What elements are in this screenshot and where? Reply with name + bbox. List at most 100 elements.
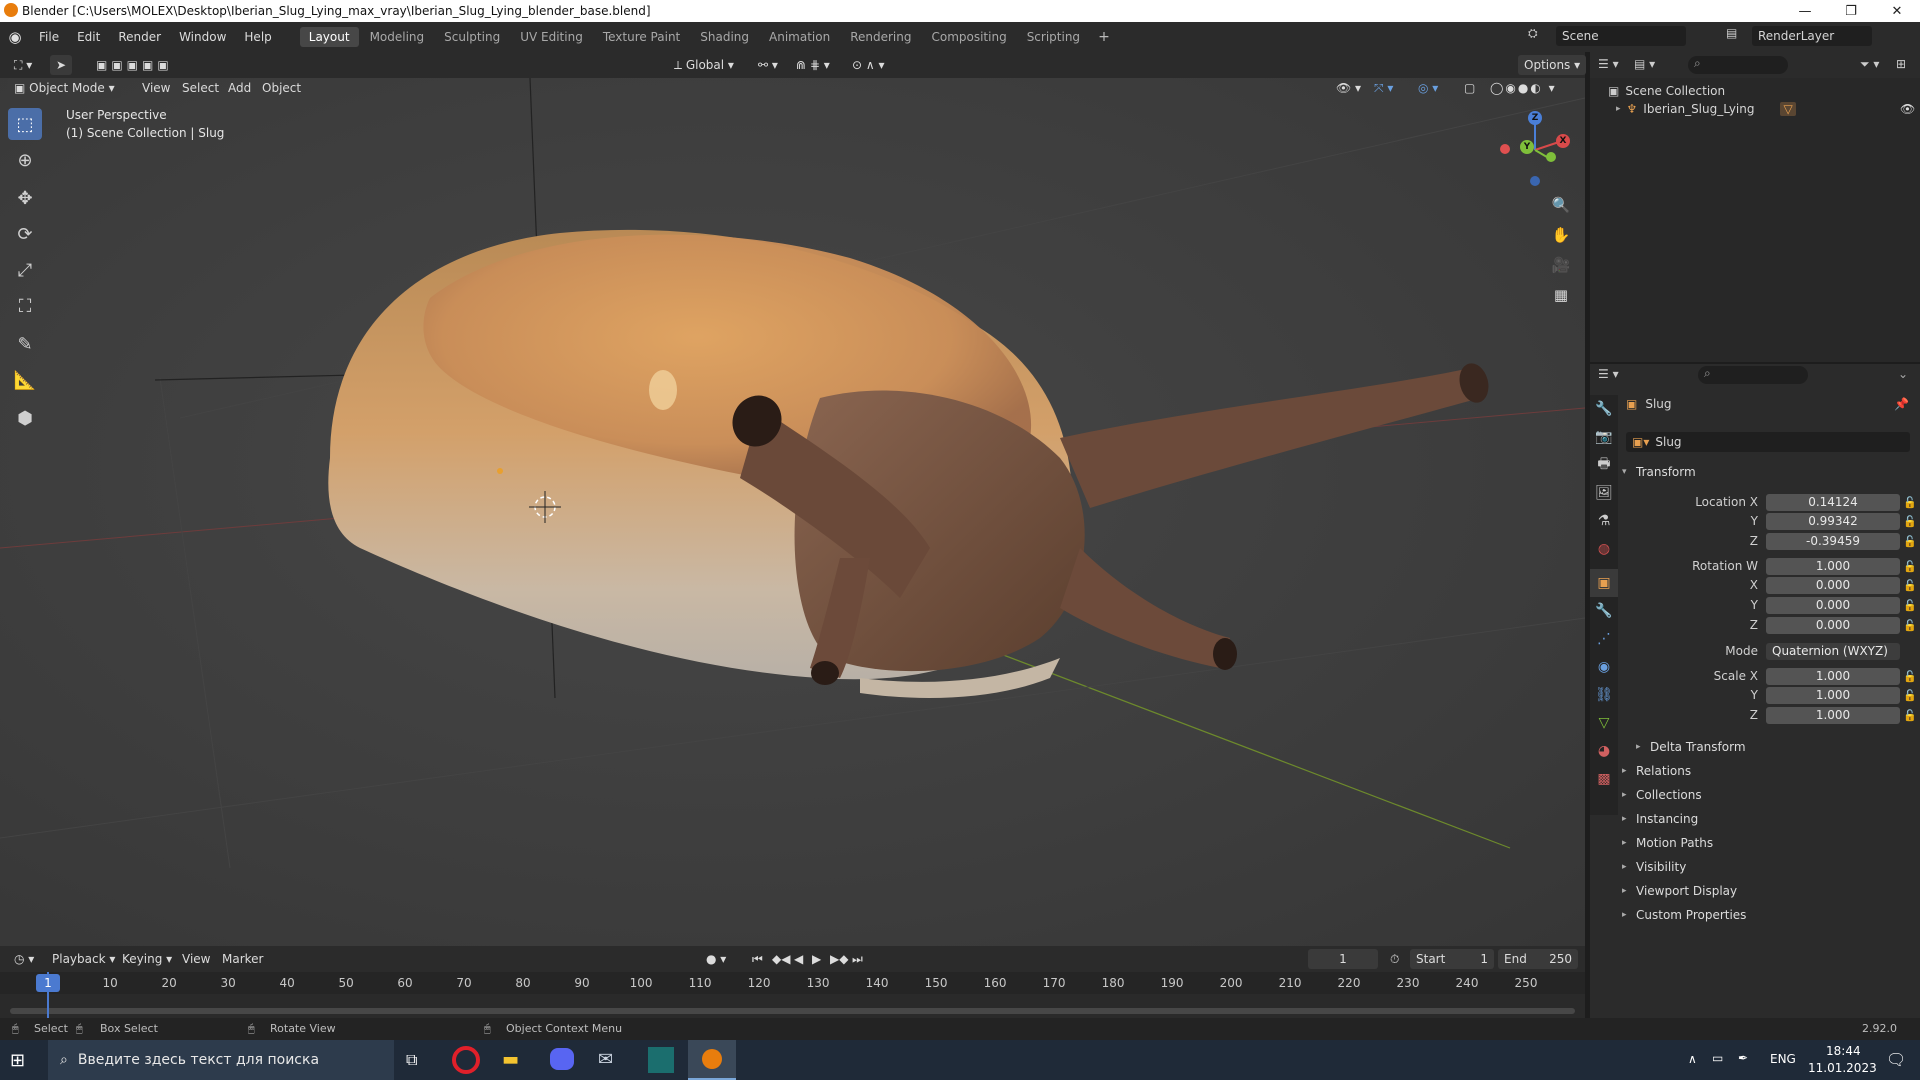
- timeline-scrollbar[interactable]: [10, 1008, 1575, 1014]
- gizmo-neg-z-icon[interactable]: [1530, 176, 1540, 186]
- scale-z-field[interactable]: 1.000: [1766, 706, 1900, 724]
- tab-animation[interactable]: Animation: [760, 27, 839, 47]
- taskbar-search-input[interactable]: ⌕ Введите здесь текст для поиска: [48, 1040, 394, 1080]
- 3d-viewport[interactable]: User Perspective (1) Scene Collection | …: [0, 78, 1585, 946]
- display-mode-icon[interactable]: ▤ ▾: [1634, 57, 1655, 71]
- menu-window[interactable]: Window: [170, 30, 235, 44]
- close-icon[interactable]: ✕: [1874, 0, 1920, 22]
- cursor-tool-icon[interactable]: ⊕: [8, 144, 42, 176]
- add-cube-tool-icon[interactable]: ⬢: [8, 402, 42, 434]
- rotation-y-field[interactable]: 0.000: [1766, 596, 1900, 614]
- gizmo-toggle-icon[interactable]: ⤧ ▾: [1368, 78, 1399, 98]
- filter-icon[interactable]: ⏷ ▾: [1860, 57, 1879, 72]
- minimize-icon[interactable]: —: [1782, 0, 1828, 22]
- xray-icon[interactable]: ▢: [1458, 78, 1481, 98]
- tab-texture-paint[interactable]: Texture Paint: [594, 27, 689, 47]
- material-tab-icon[interactable]: ◕: [1590, 737, 1618, 765]
- lock-icon[interactable]: 🔓: [1900, 515, 1920, 528]
- tab-layout[interactable]: Layout: [299, 27, 359, 47]
- location-z-field[interactable]: -0.39459: [1766, 532, 1900, 550]
- stopwatch-icon[interactable]: ⏱: [1384, 949, 1405, 969]
- rotation-z-field[interactable]: 0.000: [1766, 616, 1900, 634]
- file-explorer-icon[interactable]: ▬: [502, 1049, 519, 1070]
- lock-icon[interactable]: 🔓: [1900, 619, 1920, 632]
- select-tool-icon[interactable]: ➤: [50, 55, 73, 75]
- panel-relations[interactable]: ▸ Relations: [1622, 761, 1691, 781]
- new-collection-icon[interactable]: ⊞: [1896, 57, 1906, 71]
- lock-icon[interactable]: 🔓: [1900, 579, 1920, 592]
- select-box-tool-icon[interactable]: ⬚: [8, 108, 42, 140]
- notifications-icon[interactable]: 🗨: [1886, 1050, 1906, 1069]
- tray-time[interactable]: 18:44: [1826, 1044, 1861, 1058]
- lock-icon[interactable]: 🔓: [1900, 535, 1920, 548]
- modifier-tab-icon[interactable]: 🔧: [1590, 597, 1618, 625]
- timeline-menu-view[interactable]: View: [176, 949, 216, 969]
- rotation-w-field[interactable]: 1.000: [1766, 557, 1900, 575]
- shading-modes-icons[interactable]: ◯◉●◐ ▾: [1484, 78, 1563, 98]
- options-dropdown[interactable]: Options ▾: [1518, 55, 1587, 75]
- mail-app-icon[interactable]: ✉: [598, 1049, 613, 1070]
- tab-rendering[interactable]: Rendering: [841, 27, 920, 47]
- annotate-tool-icon[interactable]: ✎: [8, 328, 42, 360]
- scale-x-field[interactable]: 1.000: [1766, 667, 1900, 685]
- panel-motion-paths[interactable]: ▸ Motion Paths: [1622, 833, 1713, 853]
- panel-collections[interactable]: ▸ Collections: [1622, 785, 1702, 805]
- object-mode-dropdown[interactable]: ▣ Object Mode ▾: [8, 78, 121, 98]
- viewport-menu-select[interactable]: Select: [176, 78, 225, 98]
- move-tool-icon[interactable]: ✥: [8, 182, 42, 214]
- world-tab-icon[interactable]: ◍: [1590, 535, 1618, 563]
- timeline-menu-keying[interactable]: Keying ▾: [116, 949, 178, 969]
- editor-type-icon[interactable]: ⛶ ▾: [8, 55, 38, 75]
- viewport-menu-view[interactable]: View: [136, 78, 176, 98]
- app-icon[interactable]: [648, 1047, 674, 1073]
- viewport-menu-object[interactable]: Object: [256, 78, 307, 98]
- timeline-editor-icon[interactable]: ◷ ▾: [8, 949, 40, 969]
- lock-icon[interactable]: 🔓: [1900, 670, 1920, 683]
- tray-pen-icon[interactable]: ✒: [1738, 1051, 1748, 1065]
- discord-icon[interactable]: [550, 1048, 574, 1070]
- tab-sculpting[interactable]: Sculpting: [435, 27, 509, 47]
- visibility-eye-icon[interactable]: 👁: [1900, 102, 1915, 116]
- particles-tab-icon[interactable]: ⋰: [1590, 625, 1618, 653]
- transform-orientation-dropdown[interactable]: ⟂ Global ▾: [668, 55, 740, 75]
- tray-language[interactable]: ENG: [1770, 1052, 1796, 1066]
- menu-edit[interactable]: Edit: [68, 30, 109, 44]
- measure-tool-icon[interactable]: 📐: [8, 364, 42, 396]
- menu-file[interactable]: File: [30, 30, 68, 44]
- start-frame-field[interactable]: Start 1: [1410, 949, 1494, 969]
- lock-icon[interactable]: 🔓: [1900, 496, 1920, 509]
- panel-viewport-display[interactable]: ▸ Viewport Display: [1622, 881, 1737, 901]
- rotation-mode-dropdown[interactable]: Quaternion (WXYZ) ⌄: [1766, 642, 1900, 675]
- pan-hand-icon[interactable]: ✋: [1547, 221, 1575, 249]
- gizmo-neg-y-icon[interactable]: [1546, 152, 1556, 162]
- tool-tab-icon[interactable]: 🔧: [1590, 395, 1618, 423]
- tab-scripting[interactable]: Scripting: [1018, 27, 1089, 47]
- overlay-toggle-icon[interactable]: ◎ ▾: [1412, 78, 1444, 98]
- location-y-field[interactable]: 0.99342: [1766, 512, 1900, 530]
- blender-menu-icon[interactable]: ◉: [0, 28, 30, 46]
- menu-render[interactable]: Render: [109, 30, 170, 44]
- scale-y-field[interactable]: 1.000: [1766, 686, 1900, 704]
- end-frame-field[interactable]: End 250: [1498, 949, 1578, 969]
- tray-chevron-up-icon[interactable]: ∧: [1688, 1052, 1697, 1066]
- output-tab-icon[interactable]: 🖶: [1590, 451, 1618, 479]
- view-layer-icon[interactable]: ▤: [1726, 26, 1737, 40]
- tab-modeling[interactable]: Modeling: [361, 27, 434, 47]
- playhead-frame-badge[interactable]: 1: [36, 974, 60, 992]
- properties-editor-icon[interactable]: ☰ ▾: [1598, 367, 1619, 381]
- tab-compositing[interactable]: Compositing: [922, 27, 1015, 47]
- panel-custom-properties[interactable]: ▸ Custom Properties: [1622, 905, 1746, 925]
- outliner-row-scene-collection[interactable]: ▣ Scene Collection: [1608, 84, 1725, 98]
- scene-selector[interactable]: Scene: [1556, 26, 1686, 46]
- gizmo-z-icon[interactable]: Z: [1528, 111, 1542, 125]
- add-workspace-icon[interactable]: +: [1090, 29, 1118, 45]
- transform-tool-icon[interactable]: ⛶: [8, 290, 42, 322]
- object-datablock-field[interactable]: ▣▾ Slug: [1626, 432, 1910, 452]
- outliner-search-input[interactable]: ⌕: [1688, 56, 1788, 74]
- expand-arrow-icon[interactable]: ▸: [1616, 104, 1621, 114]
- gizmo-x-icon[interactable]: X: [1556, 134, 1570, 148]
- render-layer-selector[interactable]: RenderLayer: [1752, 26, 1872, 46]
- tray-network-icon[interactable]: ▭: [1712, 1051, 1723, 1065]
- menu-help[interactable]: Help: [235, 30, 280, 44]
- render-tab-icon[interactable]: 📷: [1590, 423, 1618, 451]
